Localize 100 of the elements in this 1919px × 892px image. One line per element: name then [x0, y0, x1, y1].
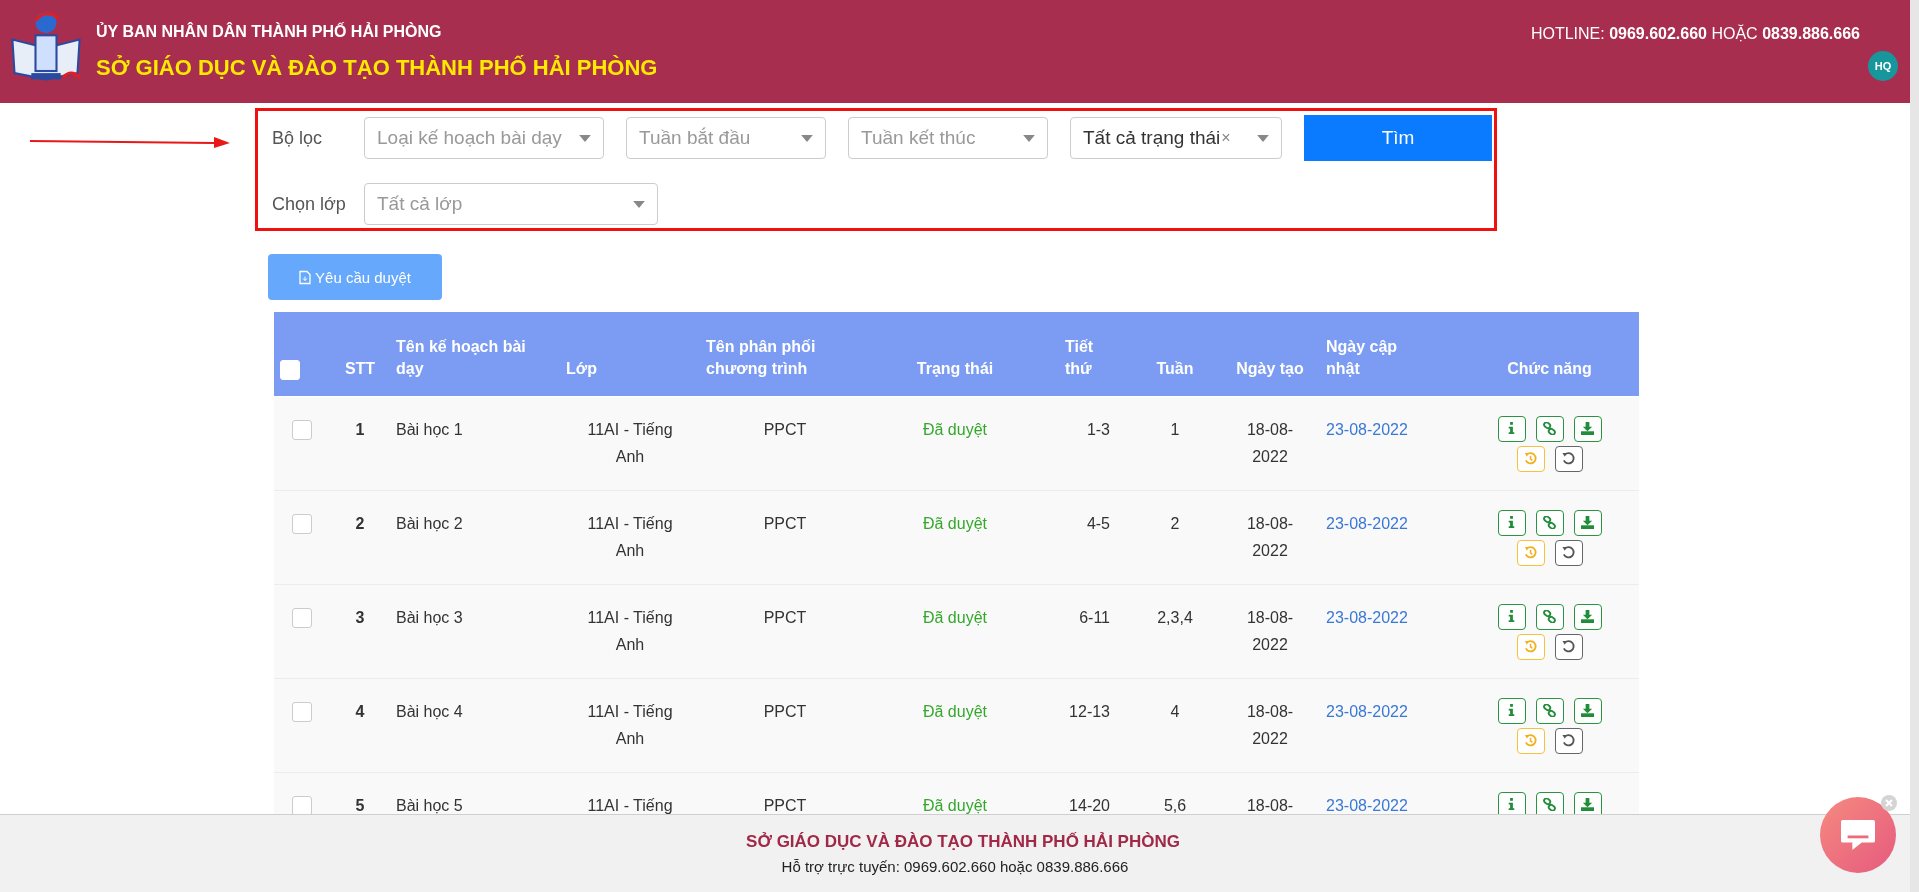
clear-icon[interactable]: ×: [1221, 129, 1231, 147]
class-name: 11AI - Tiếng Anh: [586, 419, 674, 467]
created-date: 18-08-: [1245, 795, 1295, 814]
download-icon: [1581, 516, 1594, 529]
updated-date-link[interactable]: 23-08-2022: [1326, 608, 1408, 626]
row-checkbox[interactable]: [292, 796, 312, 814]
hotline-text: HOTLINE: 0969.602.660 HOẶC 0839.886.666: [1530, 25, 1860, 43]
periods-text: 6-11: [1079, 608, 1110, 626]
download-button[interactable]: [1573, 509, 1602, 536]
column-header: Ngày tạo: [1236, 359, 1304, 377]
program-name: PPCT: [763, 514, 807, 532]
filter-label: Bộ lọc: [272, 127, 324, 149]
close-icon[interactable]: [1881, 795, 1897, 811]
created-date: 18-08-2022: [1245, 419, 1295, 467]
history-icon: [1524, 640, 1537, 653]
link-button[interactable]: [1535, 697, 1564, 724]
program-name: PPCT: [763, 702, 807, 720]
updated-date-link[interactable]: 23-08-2022: [1326, 702, 1408, 720]
caret-icon: [633, 200, 645, 208]
class-name: 11AI - Tiếng Anh: [586, 513, 674, 561]
link-button[interactable]: [1535, 415, 1564, 442]
caret-icon: [801, 134, 813, 142]
status-text: Đã duyệt: [922, 514, 987, 532]
link-button[interactable]: [1535, 509, 1564, 536]
status-text: Đã duyệt: [922, 796, 987, 814]
row-checkbox[interactable]: [292, 608, 312, 629]
download-button[interactable]: [1573, 791, 1602, 814]
link-button[interactable]: [1535, 791, 1564, 814]
download-button[interactable]: [1573, 697, 1602, 724]
row-number: 5: [355, 796, 365, 814]
weeks-text: 5,6: [1163, 796, 1187, 814]
row-checkbox[interactable]: [292, 420, 312, 441]
class-select[interactable]: Tất cả lớp: [364, 183, 658, 225]
class-name: 11AI - Tiếng Anh: [586, 701, 674, 749]
column-header: STT: [344, 359, 376, 377]
class-name: 11AI - Tiếng Anh: [586, 607, 674, 655]
plan-name: Bài học 3: [396, 608, 463, 626]
column-header: Tên kế hoạch bài dạy: [396, 338, 526, 377]
updated-date-link[interactable]: 23-08-2022: [1326, 514, 1408, 532]
reset-button[interactable]: [1554, 445, 1583, 472]
download-icon: [1581, 422, 1594, 435]
undo-icon: [1562, 734, 1575, 747]
search-button[interactable]: Tìm: [1304, 115, 1492, 161]
column-header: Tiết thứ: [1065, 337, 1095, 379]
authority-name: ỦY BAN NHÂN DÂN THÀNH PHỐ HẢI PHÒNG: [96, 23, 443, 41]
plan-name: Bài học 4: [396, 702, 463, 720]
created-date: 18-08-2022: [1245, 701, 1295, 749]
request-approval-button[interactable]: Yêu cầu duyệt: [268, 254, 442, 300]
select-all-checkbox[interactable]: [280, 359, 300, 380]
info-button[interactable]: [1497, 697, 1526, 724]
info-button[interactable]: [1497, 415, 1526, 442]
undo-icon: [1562, 452, 1575, 465]
periods-text: 4-5: [1086, 514, 1110, 532]
column-header: Tuần: [1156, 359, 1194, 377]
reset-button[interactable]: [1554, 633, 1583, 660]
info-button[interactable]: [1497, 509, 1526, 536]
info-button[interactable]: [1497, 791, 1526, 814]
program-name: PPCT: [763, 796, 807, 814]
status-text: Đã duyệt: [922, 702, 987, 720]
download-button[interactable]: [1573, 603, 1602, 630]
filter-select[interactable]: Tuần kết thúc: [848, 117, 1048, 159]
user-avatar[interactable]: HQ: [1868, 51, 1898, 81]
row-checkbox[interactable]: [292, 702, 312, 723]
program-name: PPCT: [763, 420, 807, 438]
link-icon: [1543, 422, 1556, 435]
filter-select[interactable]: Tuần bắt đầu: [626, 117, 826, 159]
download-button[interactable]: [1573, 415, 1602, 442]
status-text: Đã duyệt: [922, 420, 987, 438]
row-checkbox[interactable]: [292, 514, 312, 535]
link-icon: [1543, 516, 1556, 529]
program-name: PPCT: [763, 608, 807, 626]
updated-date-link[interactable]: 23-08-2022: [1326, 796, 1408, 814]
reset-button[interactable]: [1554, 539, 1583, 566]
reset-button[interactable]: [1554, 727, 1583, 754]
created-date: 18-08-2022: [1245, 607, 1295, 655]
updated-date-link[interactable]: 23-08-2022: [1326, 420, 1408, 438]
column-header: Tên phân phối chương trình: [706, 338, 816, 377]
document-icon: [299, 269, 312, 285]
row-number: 1: [355, 420, 365, 438]
link-icon: [1543, 704, 1556, 717]
class-label: Chọn lớp: [272, 193, 347, 215]
plan-name: Bài học 2: [396, 514, 463, 532]
filter-select[interactable]: Tất cả trạng thái×: [1070, 117, 1282, 159]
link-button[interactable]: [1535, 603, 1564, 630]
row-number: 2: [355, 514, 365, 532]
weeks-text: 2,3,4: [1157, 608, 1193, 626]
filter-select[interactable]: Loại kế hoạch bài dạy: [364, 117, 604, 159]
department-title: SỞ GIÁO DỤC VÀ ĐÀO TẠO THÀNH PHỐ HẢI PHÒNG: [96, 55, 658, 81]
status-text: Đã duyệt: [922, 608, 987, 626]
column-header: Trạng thái: [916, 359, 994, 377]
undo-icon: [1562, 640, 1575, 653]
chat-bubble-icon: [1839, 818, 1877, 852]
caret-icon: [1023, 134, 1035, 142]
column-header: Ngày cập nhật: [1326, 337, 1399, 379]
info-button[interactable]: [1497, 603, 1526, 630]
periods-text: 1-3: [1086, 420, 1110, 438]
footer-title: SỞ GIÁO DỤC VÀ ĐÀO TẠO THÀNH PHỐ HẢI PHÒNG: [746, 832, 1180, 852]
row-number: 3: [355, 608, 365, 626]
caret-icon: [579, 134, 591, 142]
link-icon: [1543, 798, 1556, 811]
